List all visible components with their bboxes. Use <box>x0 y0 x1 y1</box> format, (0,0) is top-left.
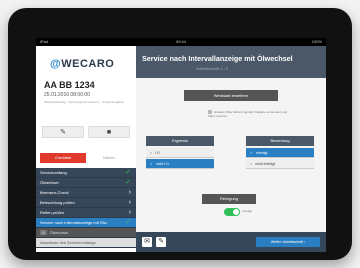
edit-note-button[interactable]: ✎ <box>156 237 166 247</box>
subtask-item[interactable]: A Ölwechsel <box>36 228 136 238</box>
left-panel: @WECARO AA BB 1234 25.01.2016 08:00:00 W… <box>36 46 136 252</box>
vehicle-info: Werkstattauftrag · Fahrzeuginformationen… <box>44 100 125 104</box>
panel-tabs: Checkliste Notizen <box>40 153 132 163</box>
task-label: Service nach Intervallanzeige mit Ölw. <box>40 220 108 225</box>
square-icon: ■ <box>106 129 112 136</box>
tablet-device: iPad 09:44 100% @WECARO AA BB 1234 25.01… <box>8 8 352 260</box>
result-header: Ergebnis <box>146 136 214 146</box>
checkmark-icon: ✓ <box>125 179 131 186</box>
task-list: Serviceumfang ✓ Ölwechsel ✓ Bremsen-Chec… <box>36 168 136 248</box>
wecaro-logo: @WECARO <box>50 58 114 70</box>
task-item-selected[interactable]: Service nach Intervallanzeige mit Ölw. ✓ <box>36 218 136 228</box>
option-label: nicht i.O. <box>155 162 170 166</box>
edit-button[interactable]: ✎ <box>42 126 84 138</box>
option-label: erledigt <box>255 151 268 155</box>
check-icon: ✓ <box>250 151 253 155</box>
task-label: Ölwechsel <box>40 180 59 185</box>
toggle-knob <box>233 209 239 215</box>
cleaning-toggle[interactable] <box>224 208 240 216</box>
stop-button[interactable]: ■ <box>88 126 130 138</box>
rating-option-done[interactable]: ✓ erledigt <box>246 148 314 158</box>
radio-icon: ○ <box>150 151 153 155</box>
mail-icon: ✉ <box>144 238 150 245</box>
task-label: Serviceumfang <box>40 170 67 175</box>
checkmark-icon: ✓ <box>125 219 131 226</box>
result-option-ok[interactable]: ○ i.O. <box>146 148 214 158</box>
radio-icon: ○ <box>250 162 253 166</box>
option-label: i.O. <box>155 151 161 155</box>
task-item[interactable]: Serviceumfang ✓ <box>36 168 136 178</box>
status-time: 09:44 <box>175 39 187 44</box>
main-header: Service nach Intervallanzeige mit Ölwech… <box>136 46 326 78</box>
pencil-icon: ✎ <box>60 129 66 136</box>
checkmark-icon: ✓ <box>125 169 131 176</box>
task-label: Bremsen-Check <box>40 190 69 195</box>
bottom-bar: ✉ ✎ Weiter: Arbeitsschritt › <box>136 232 326 252</box>
next-step-button[interactable]: Weiter: Arbeitsschritt › <box>256 237 320 247</box>
order-date: 25.01.2016 08:00:00 <box>44 92 90 98</box>
task-label: Beleuchtung prüfen <box>40 200 75 205</box>
step-subtitle: Arbeitsschritt 1 / 3 <box>196 66 229 71</box>
cleaning-header: Reinigung <box>202 194 256 204</box>
chevron-right-icon: › <box>128 189 131 196</box>
result-option-not-ok[interactable]: ✓ nicht i.O. <box>146 159 214 169</box>
logo-text: WECARO <box>61 58 115 70</box>
page-title: Service nach Intervallanzeige mit Ölwech… <box>142 54 293 63</box>
check-icon: ✓ <box>150 162 153 166</box>
task-label: Reifen prüfen <box>40 210 65 215</box>
task-item[interactable]: Abschluss des Serviceumfangs <box>36 238 136 248</box>
subtask-tag: A <box>40 230 47 235</box>
tab-notes[interactable]: Notizen <box>86 153 132 163</box>
task-item[interactable]: Beleuchtung prüfen › <box>36 198 136 208</box>
task-item[interactable]: Ölwechsel ✓ <box>36 178 136 188</box>
app-screen: iPad 09:44 100% @WECARO AA BB 1234 25.01… <box>36 38 326 252</box>
battery-level: 100% <box>311 39 322 44</box>
task-label: Abschluss des Serviceumfangs <box>40 240 96 245</box>
logo-mark: @ <box>50 58 62 70</box>
extend-workshop-button[interactable]: Werkstatt erweitern <box>184 90 278 101</box>
toggle-label: erledigt <box>242 209 252 213</box>
tab-checklist[interactable]: Checkliste <box>40 153 86 163</box>
pencil-icon: ✎ <box>158 238 164 245</box>
rating-header: Bewertung <box>246 136 314 146</box>
device-label: iPad <box>40 39 49 44</box>
mail-button[interactable]: ✉ <box>142 237 152 247</box>
option-label: nicht erledigt <box>255 162 275 166</box>
status-bar: iPad 09:44 100% <box>36 38 326 46</box>
hint-text: Hinweis: Bitte Motoröl gemäß Freigabe ve… <box>208 110 288 119</box>
task-item[interactable]: Bremsen-Check › <box>36 188 136 198</box>
task-item[interactable]: Reifen prüfen › <box>36 208 136 218</box>
chevron-right-icon: › <box>128 199 131 206</box>
license-plate: AA BB 1234 <box>44 80 95 90</box>
rating-option-not-done[interactable]: ○ nicht erledigt <box>246 159 314 169</box>
main-panel: Service nach Intervallanzeige mit Ölwech… <box>136 46 326 252</box>
hint-note: Hinweis: Bitte Motoröl gemäß Freigabe ve… <box>208 110 288 118</box>
chevron-right-icon: › <box>128 209 131 216</box>
task-label: Ölwechsel <box>49 230 69 235</box>
